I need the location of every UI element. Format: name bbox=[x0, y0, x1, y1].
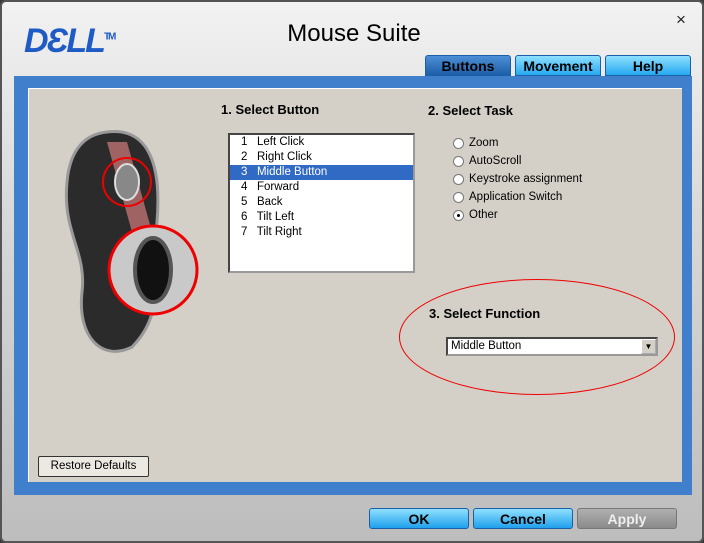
radio-option[interactable]: Keystroke assignment bbox=[453, 173, 582, 185]
radio-option[interactable]: Other bbox=[453, 209, 498, 221]
select-function-heading: 3. Select Function bbox=[429, 306, 541, 321]
list-item[interactable]: 4 Forward bbox=[230, 180, 413, 195]
radio-label: Other bbox=[469, 209, 498, 221]
ok-button[interactable]: OK bbox=[369, 508, 469, 529]
button-listbox[interactable]: 1 Left Click 2 Right Click 3 Middle Button… bbox=[228, 133, 415, 273]
radio-option[interactable]: AutoScroll bbox=[453, 155, 521, 167]
list-item[interactable]: 7 Tilt Right bbox=[230, 225, 413, 240]
list-item[interactable]: 3 Middle Button bbox=[230, 165, 413, 180]
restore-defaults-button[interactable]: Restore Defaults bbox=[38, 456, 149, 477]
radio-option[interactable]: Application Switch bbox=[453, 191, 562, 203]
tab-movement[interactable]: Movement bbox=[515, 55, 601, 76]
tab-help[interactable]: Help bbox=[605, 55, 691, 76]
select-task-heading: 2. Select Task bbox=[428, 103, 514, 118]
list-item[interactable]: 6 Tilt Left bbox=[230, 210, 413, 225]
tab-buttons[interactable]: Buttons bbox=[425, 55, 511, 76]
radio-option[interactable]: Zoom bbox=[453, 137, 498, 149]
list-item[interactable]: 5 Back bbox=[230, 195, 413, 210]
radio-icon[interactable] bbox=[453, 173, 464, 185]
apply-button[interactable]: Apply bbox=[577, 508, 677, 529]
close-icon[interactable]: × bbox=[676, 10, 686, 30]
radio-label: AutoScroll bbox=[469, 155, 522, 167]
radio-label: Zoom bbox=[469, 137, 499, 149]
select-button-heading: 1. Select Button bbox=[221, 102, 320, 117]
mouse-illustration bbox=[64, 130, 199, 353]
function-dropdown[interactable]: Middle Button ▼ bbox=[446, 337, 658, 356]
window-title: Mouse Suite bbox=[287, 20, 421, 47]
radio-icon[interactable] bbox=[453, 191, 464, 203]
radio-icon[interactable] bbox=[453, 209, 464, 221]
list-item[interactable]: 1 Left Click bbox=[230, 135, 413, 150]
mouse-suite-window: DƐLLTM Mouse Suite × Buttons Movement He… bbox=[0, 0, 704, 543]
cancel-button[interactable]: Cancel bbox=[473, 508, 573, 529]
chevron-down-icon[interactable]: ▼ bbox=[641, 339, 656, 354]
list-item[interactable]: 2 Right Click bbox=[230, 150, 413, 165]
radio-icon[interactable] bbox=[453, 155, 464, 167]
radio-label: Keystroke assignment bbox=[469, 173, 583, 185]
function-value: Middle Button bbox=[451, 340, 522, 352]
radio-label: Application Switch bbox=[469, 191, 563, 203]
radio-icon[interactable] bbox=[453, 137, 464, 149]
